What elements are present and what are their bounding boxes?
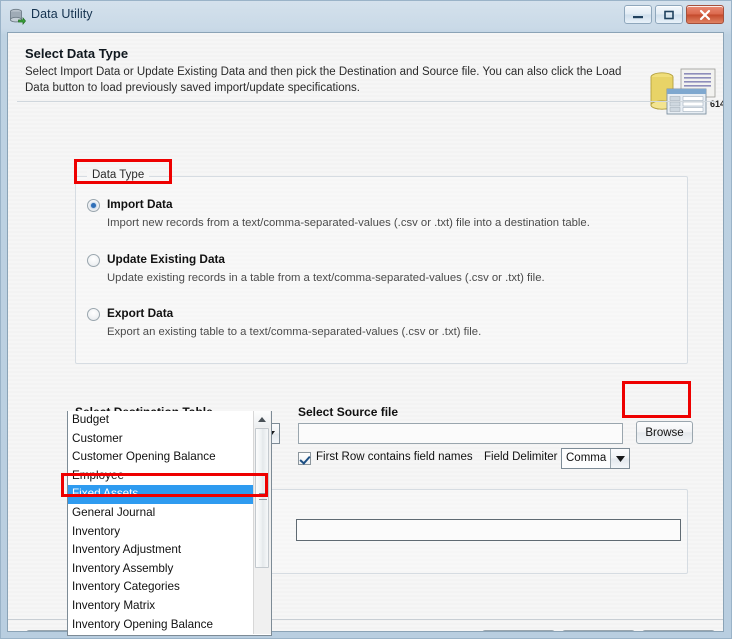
database-document-form-icon: 614: [648, 67, 723, 119]
minimize-icon: [625, 6, 651, 23]
close-button[interactable]: [686, 5, 724, 24]
data-utility-window: Data Utility Select Data Type Select Imp…: [0, 0, 732, 639]
dropdown-item[interactable]: Inventory Adjustment: [68, 541, 254, 560]
back-button[interactable]: < Back: [482, 630, 555, 631]
dropdown-item-container: Budget Customer Customer Opening Balance Em…: [68, 411, 254, 635]
preview-input[interactable]: [296, 519, 681, 541]
first-row-checkbox-label[interactable]: First Row contains field names: [316, 451, 473, 463]
window-title: Data Utility: [31, 7, 93, 21]
dropdown-scrollbar[interactable]: [253, 411, 271, 634]
scrollbar-thumb[interactable]: [255, 428, 269, 568]
header-divider: [17, 101, 715, 102]
radio-update-existing-data-icon[interactable]: [87, 254, 100, 267]
title-bar[interactable]: Data Utility: [0, 0, 732, 31]
field-delimiter-value: Comma: [566, 452, 607, 464]
dropdown-item[interactable]: Inventory Categories: [68, 578, 254, 597]
dropdown-item[interactable]: Inventory Matrix: [68, 597, 254, 616]
dropdown-item[interactable]: Inventory Pricing Level: [68, 634, 254, 635]
minimize-button[interactable]: [624, 5, 652, 24]
database-transfer-icon: [9, 8, 26, 25]
data-type-groupbox: Data Type Import Data Import new records…: [75, 169, 688, 364]
data-type-legend: Data Type: [87, 169, 150, 181]
page-title: Select Data Type: [25, 46, 129, 61]
field-delimiter-label: Field Delimiter: [484, 451, 558, 463]
dropdown-item[interactable]: Inventory Opening Balance: [68, 616, 254, 635]
source-file-label: Select Source file: [298, 405, 399, 419]
dropdown-item[interactable]: Inventory: [68, 523, 254, 542]
triangle-up-icon[interactable]: [254, 411, 270, 427]
maximize-icon: [656, 6, 682, 23]
radio-label-import-data: Import Data: [107, 197, 173, 211]
radio-import-data-icon[interactable]: [87, 199, 100, 212]
browse-button[interactable]: Browse: [636, 421, 693, 444]
page-description: Select Import Data or Update Existing Da…: [25, 66, 622, 94]
destination-table-dropdown-list[interactable]: Budget Customer Customer Opening Balance Em…: [67, 411, 272, 636]
radio-desc-export-data: Export an existing table to a text/comma…: [107, 326, 482, 338]
close-icon: [687, 6, 723, 23]
field-delimiter-combobox[interactable]: Comma: [561, 448, 630, 469]
maximize-button[interactable]: [655, 5, 683, 24]
wizard-header: Select Data Type Select Import Data or U…: [8, 33, 723, 115]
dropdown-item[interactable]: General Journal: [68, 504, 254, 523]
dropdown-item[interactable]: Fixed Assets: [68, 485, 254, 504]
source-file-input[interactable]: [298, 423, 623, 444]
dropdown-item[interactable]: Budget: [68, 411, 254, 430]
radio-label-update-existing-data: Update Existing Data: [107, 252, 225, 266]
dropdown-item[interactable]: Customer: [68, 430, 254, 449]
radio-desc-update-existing-data: Update existing records in a table from …: [107, 272, 545, 284]
next-button[interactable]: Next >: [562, 630, 635, 631]
dropdown-item[interactable]: Customer Opening Balance: [68, 448, 254, 467]
dropdown-item[interactable]: Inventory Assembly: [68, 560, 254, 579]
chevron-down-icon[interactable]: [610, 449, 629, 468]
radio-label-export-data: Export Data: [107, 306, 174, 320]
scrollbar-grip-icon: [259, 493, 267, 500]
cancel-button[interactable]: Cancel: [642, 630, 715, 631]
radio-export-data-icon[interactable]: [87, 308, 100, 321]
radio-desc-import-data: Import new records from a text/comma-sep…: [107, 217, 590, 229]
dropdown-item[interactable]: Employee: [68, 467, 254, 486]
first-row-checkbox[interactable]: [298, 452, 311, 465]
